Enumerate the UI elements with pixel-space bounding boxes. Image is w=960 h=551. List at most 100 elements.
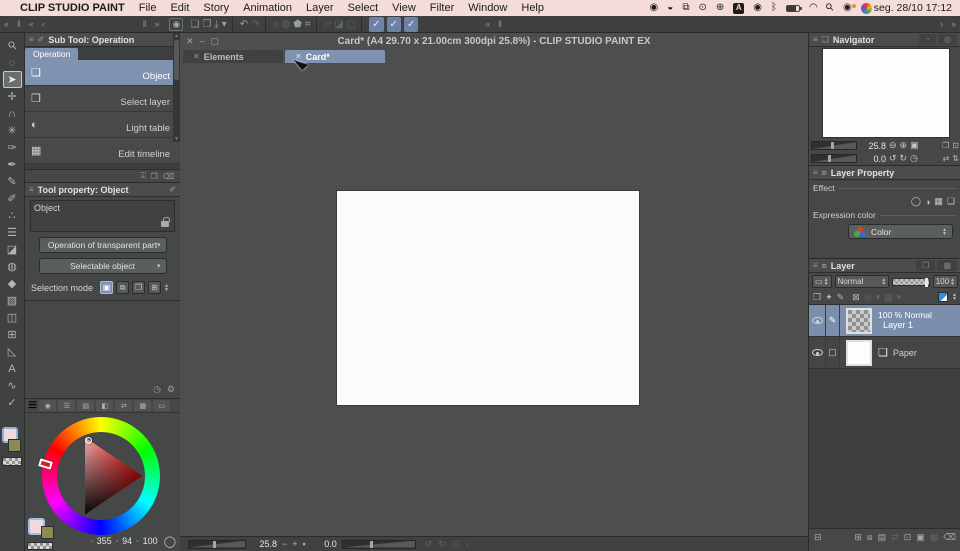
menu-item[interactable]: Window <box>468 2 507 14</box>
color-panel-tab[interactable]: ◉ <box>39 400 57 411</box>
subtool-group-tab[interactable]: Operation <box>25 48 79 60</box>
layer-name[interactable]: Layer 1 <box>883 321 913 330</box>
tool-button[interactable]: ✐ <box>3 190 22 207</box>
tool-button[interactable]: ⊞ <box>3 326 22 343</box>
tool-button[interactable]: ∿ <box>3 377 22 394</box>
color-panel-tab[interactable]: ◧ <box>96 400 114 411</box>
status-icon[interactable]: ⚲ <box>824 1 837 14</box>
canvas-page[interactable] <box>337 191 639 405</box>
document-tab[interactable]: ✕ Elements <box>183 50 283 63</box>
navigator-rotation-value[interactable]: 0.0 <box>860 154 886 164</box>
panel-menu-icon[interactable]: ≡ <box>29 35 34 44</box>
subtool-item[interactable]: ❐ Select layer <box>25 86 180 112</box>
layer-edit-target-icon[interactable]: ✎ <box>825 305 840 336</box>
window-control-icon[interactable]: ✕ <box>186 36 194 47</box>
dock-arrow-icon[interactable]: » <box>951 19 956 29</box>
status-icon[interactable]: ◉ <box>753 3 762 13</box>
command-icon[interactable]: ▢ <box>347 17 356 32</box>
expression-color-dropdown[interactable]: Color ▲ ▼ <box>848 224 953 239</box>
tool-button[interactable]: ∴ <box>3 207 22 224</box>
menu-item[interactable]: Layer <box>306 2 334 14</box>
stepper-icon[interactable]: ▲ ▼ <box>164 283 169 292</box>
command-icon[interactable]: ◌ <box>273 17 279 32</box>
layer-footer-icon[interactable]: ⌫ <box>943 532 956 543</box>
panel-menu-icon[interactable]: ≡ <box>28 397 37 415</box>
navigator-zoom-icon[interactable]: ⊖ <box>889 140 897 151</box>
effect-icon[interactable]: ◯ <box>911 196 921 207</box>
panel-menu-icon[interactable]: ≡ <box>29 185 34 194</box>
command-icon[interactable]: ▱ <box>324 17 332 32</box>
status-icon[interactable] <box>785 4 802 12</box>
rotation-slider[interactable] <box>341 539 416 549</box>
layer-thumbnail[interactable] <box>846 307 872 334</box>
menu-item[interactable]: Select <box>348 2 379 14</box>
tool-button[interactable]: ◪ <box>3 241 22 258</box>
status-icon[interactable]: ◉ <box>650 3 659 13</box>
dock-arrow-icon[interactable]: › <box>940 19 943 29</box>
tool-button[interactable]: ◺ <box>3 343 22 360</box>
navigator-rotation-slider[interactable] <box>811 154 857 163</box>
opacity-slider[interactable] <box>892 277 930 287</box>
color-panel-tab[interactable]: ▤ <box>77 400 95 411</box>
dock-arrow-icon[interactable]: ‖ <box>143 19 147 29</box>
color-mode-toggle-icon[interactable]: ◯ <box>164 535 176 548</box>
tool-name-field[interactable]: Object <box>30 200 175 232</box>
navigator-rotate-icon[interactable]: ◷ <box>910 153 918 164</box>
subtool-footer-icon[interactable]: ⍗ <box>141 171 146 181</box>
command-icon[interactable]: ❐ <box>202 17 211 32</box>
close-tab-icon[interactable]: ✕ <box>193 52 200 61</box>
stepper-icon[interactable]: ▲ ▼ <box>952 293 957 302</box>
menu-item[interactable]: File <box>139 2 157 14</box>
corner-icon[interactable]: ⚙ <box>167 384 175 395</box>
status-icon[interactable]: ⊕ <box>716 3 724 13</box>
effect-icon[interactable]: ◑ <box>925 197 930 207</box>
tool-button[interactable]: ☰ <box>3 224 22 241</box>
layer-toggle-icon[interactable]: ▾ <box>876 292 881 303</box>
scroll-up-icon[interactable]: ▲ <box>174 33 179 39</box>
menu-item[interactable]: Animation <box>243 2 292 14</box>
color-panel-tab[interactable]: ⇄ <box>115 400 133 411</box>
blend-mode-dropdown[interactable]: Normal ▲ ▼ <box>834 275 890 288</box>
menu-item[interactable]: Help <box>521 2 544 14</box>
zoom-slider[interactable] <box>188 539 246 549</box>
layer-footer-icon[interactable]: ⧈ <box>867 532 873 543</box>
layer-name[interactable]: Paper <box>893 349 917 358</box>
statusbar-icon[interactable]: ↺ <box>425 539 433 550</box>
navigator-rotate-icon[interactable]: ↻ <box>900 153 908 164</box>
layer-row[interactable]: ✎ 100 % Normal Layer 1 <box>809 305 960 337</box>
snap-icon[interactable]: ✓ <box>369 16 384 32</box>
layer-thumbnail[interactable] <box>846 339 872 366</box>
subtool-scrollbar[interactable]: ▲ ▼ <box>173 33 180 142</box>
tool-button[interactable]: ➤ <box>2 71 22 88</box>
dock-arrow-icon[interactable]: ‖ <box>17 19 21 29</box>
status-icon[interactable] <box>860 2 872 14</box>
layer-toggle-icon[interactable]: ◎ <box>864 292 872 303</box>
dock-arrow-icon[interactable]: « <box>4 19 9 29</box>
layer-footer-icon[interactable]: ▦ <box>930 532 939 543</box>
layer-visibility-icon[interactable] <box>811 349 823 356</box>
tool-button[interactable]: ✳ <box>3 122 22 139</box>
layer-toggle-icon[interactable]: ⊠ <box>852 292 860 303</box>
saturation-value[interactable]: 94 <box>122 536 132 546</box>
navigator-flip-icon[interactable]: ⇅ <box>952 154 959 163</box>
subtool-item[interactable]: ▦ Edit timeline <box>25 138 180 164</box>
tool-button[interactable]: A <box>3 360 22 377</box>
subtool-footer-icon[interactable]: ❐ <box>151 172 158 181</box>
clip-studio-logo-icon[interactable]: ◉ <box>169 17 184 31</box>
selectable-object-dropdown[interactable]: Selectable object ▾ <box>38 258 167 274</box>
corner-icon[interactable]: ◷ <box>153 384 161 395</box>
app-menu-title[interactable]: CLIP STUDIO PAINT <box>20 2 125 14</box>
tool-button[interactable]: ✑ <box>3 139 22 156</box>
layer-row[interactable]: ▢ ❏ Paper <box>809 337 960 369</box>
selection-mode-button[interactable]: ▣ <box>100 281 114 294</box>
color-panel-tab[interactable]: ☰ <box>58 400 76 411</box>
navigator-tab[interactable]: ◔ <box>919 34 937 45</box>
statusbar-icon[interactable]: ◷ <box>452 539 460 550</box>
dock-arrow-icon[interactable]: ‹ <box>42 19 45 29</box>
tool-button[interactable]: ✛ <box>3 88 22 105</box>
navigator-zoom-icon[interactable]: ⊕ <box>900 140 908 151</box>
statusbar-icon[interactable]: ↻ <box>438 539 446 550</box>
command-icon[interactable]: ⬟ <box>293 17 302 32</box>
tool-button[interactable]: ◆ <box>3 275 22 292</box>
command-icon[interactable]: ◪ <box>334 17 343 32</box>
